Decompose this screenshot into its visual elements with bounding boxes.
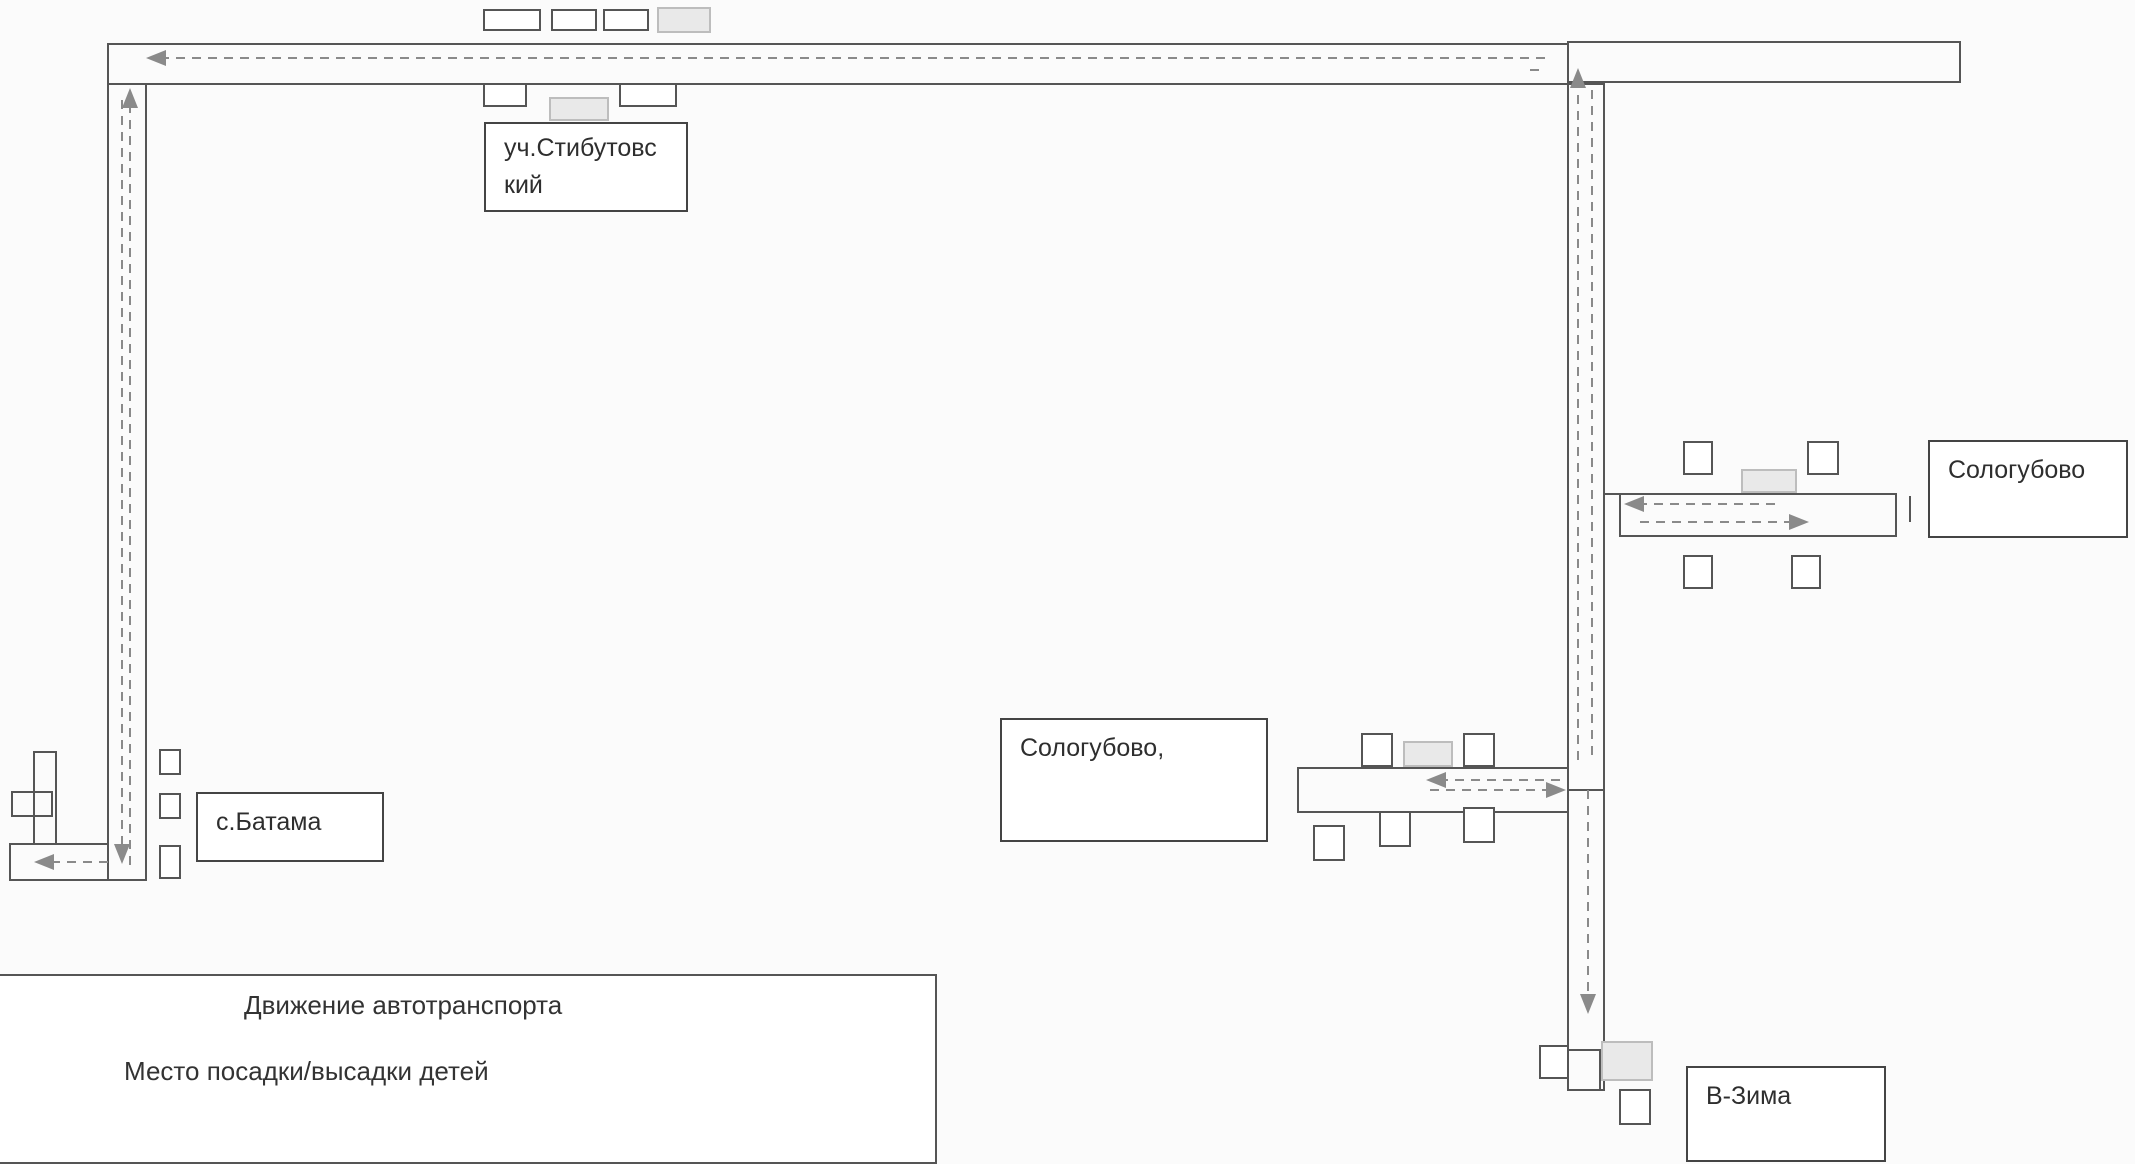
label-sologubovo-east: Сологубово [1928,440,2128,538]
bus-stop-vzima [1601,1041,1653,1081]
buildings [159,9,1839,1125]
bus-stop-under-top [549,97,609,121]
road-east-vertical [1567,83,1605,791]
building [1683,555,1713,589]
building [1619,1089,1651,1125]
building [1361,733,1393,767]
building [1791,555,1821,589]
building [1463,733,1495,767]
building [551,9,597,31]
label-batama-text: с.Батама [216,808,322,836]
building [1379,811,1411,847]
building [1807,441,1839,475]
label-batama: с.Батама [196,792,384,862]
route-arrows [34,50,1809,1014]
building [159,845,181,879]
bus-stop-top [657,7,711,33]
label-stibutovsky: уч.Стибутовс кий [484,122,688,212]
bus-stop-sologubovo-east [1741,469,1797,493]
building [603,9,649,31]
label-stibutovsky-text: уч.Стибутовс кий [504,134,657,199]
legend-bus-stop-label: Место посадки/высадки детей [124,1056,489,1086]
roads [9,41,1961,1091]
building [1313,825,1345,861]
road-sologubovo-east-branch [1619,493,1897,537]
label-v-zima-text: В-Зима [1706,1082,1792,1110]
label-v-zima: В-Зима [1686,1066,1886,1162]
building [483,83,527,107]
road-top [107,43,1569,85]
building [159,749,181,775]
legend-traffic-label: Движение автотранспорта [244,990,563,1020]
bus-stop-sologubovo-center [1403,741,1453,767]
building [159,793,181,819]
building [619,83,677,107]
bus-stops [549,7,1797,1081]
building [1539,1045,1569,1079]
road-south-vertical [1567,789,1605,1091]
road-vzima-end [1567,1049,1601,1091]
building [1683,441,1713,475]
building [483,9,541,31]
label-sologubovo-center-text: Сологубово, [1020,734,1165,762]
label-sologubovo-east-text: Сологубово [1948,456,2086,484]
batama-building-2 [11,791,53,817]
label-sologubovo-center: Сологубово, [1000,718,1268,842]
road-top-east-spur [1567,41,1961,83]
road-west-vertical [107,83,147,881]
building [1463,807,1495,843]
